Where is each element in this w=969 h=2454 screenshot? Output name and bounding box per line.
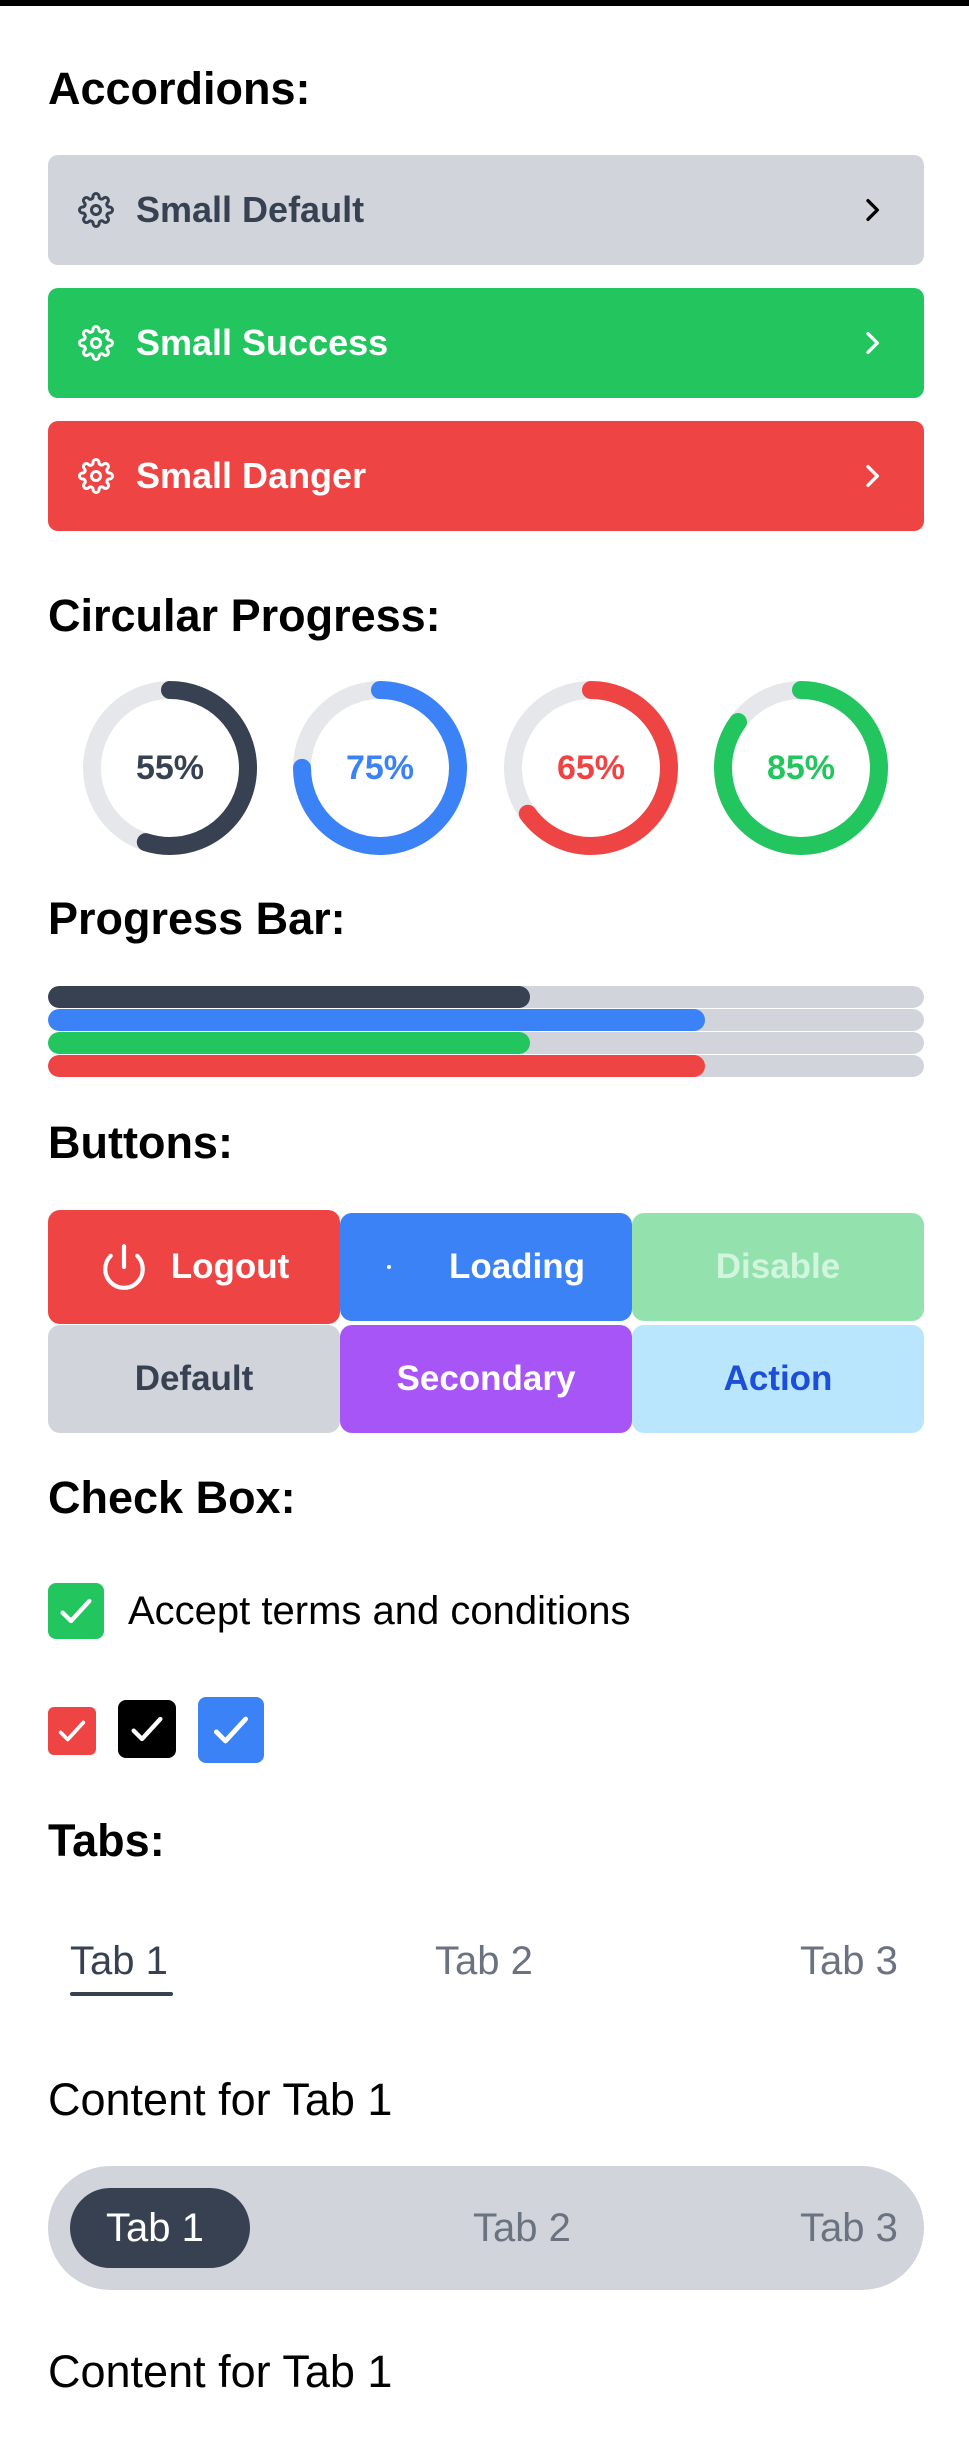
checkmark-icon bbox=[131, 1716, 163, 1742]
gear-icon bbox=[78, 458, 114, 494]
pill-tab-bar: Tab 1 Tab 2 Tab 3 bbox=[48, 2166, 924, 2290]
secondary-button-label: Secondary bbox=[396, 1359, 576, 1398]
active-tab-underline bbox=[70, 1992, 173, 1996]
circular-progress-heading: Circular Progress: bbox=[48, 590, 441, 641]
accordion-label: Small Danger bbox=[136, 455, 367, 496]
accordions-heading: Accordions: bbox=[48, 63, 311, 114]
tabs-heading: Tabs: bbox=[48, 1815, 165, 1866]
chevron-right-icon bbox=[866, 465, 879, 487]
default-button-label: Default bbox=[134, 1359, 254, 1398]
default-button[interactable]: Default bbox=[48, 1325, 340, 1433]
progress-percent-label: 65% bbox=[556, 749, 626, 787]
progress-bar-track bbox=[48, 986, 924, 1008]
accordion-small-default[interactable]: Small Default bbox=[48, 155, 924, 265]
gear-icon bbox=[78, 192, 114, 228]
action-button-label: Action bbox=[723, 1359, 833, 1398]
circular-progress-55: 55% bbox=[82, 680, 258, 856]
progress-percent-label: 75% bbox=[345, 749, 415, 787]
logout-button-label: Logout bbox=[170, 1247, 290, 1286]
accordion-label: Small Default bbox=[136, 189, 365, 230]
checkmark-icon bbox=[60, 1598, 92, 1624]
checkbox-blue[interactable] bbox=[198, 1697, 264, 1763]
circular-progress-75: 75% bbox=[292, 680, 468, 856]
progress-bar-fill bbox=[48, 1055, 705, 1077]
tab-2[interactable]: Tab 2 bbox=[435, 1936, 533, 1986]
pill-tab-3[interactable]: Tab 3 bbox=[800, 2203, 898, 2253]
progress-bar-fill bbox=[48, 986, 530, 1008]
logout-button[interactable]: Logout bbox=[48, 1210, 340, 1324]
progress-bar-heading: Progress Bar: bbox=[48, 893, 346, 944]
accordion-small-success[interactable]: Small Success bbox=[48, 288, 924, 398]
tab-1[interactable]: Tab 1 bbox=[70, 1936, 168, 1986]
checkmark-icon bbox=[213, 1716, 249, 1744]
action-button[interactable]: Action bbox=[632, 1325, 924, 1433]
secondary-button[interactable]: Secondary bbox=[340, 1325, 632, 1433]
progress-percent-label: 85% bbox=[766, 749, 836, 787]
loading-button-label: Loading bbox=[448, 1247, 586, 1286]
spinner-icon bbox=[386, 1265, 391, 1269]
tab-content: Content for Tab 1 bbox=[48, 2074, 393, 2125]
checkbox-black[interactable] bbox=[118, 1700, 176, 1758]
power-icon bbox=[102, 1244, 145, 1290]
progress-bar-track bbox=[48, 1009, 924, 1031]
pill-tab-content: Content for Tab 1 bbox=[48, 2346, 393, 2397]
chevron-right-icon bbox=[866, 199, 879, 221]
progress-bar-track bbox=[48, 1055, 924, 1077]
accept-terms-checkbox[interactable] bbox=[48, 1583, 104, 1639]
circular-progress-85: 85% bbox=[713, 680, 889, 856]
loading-button[interactable]: Loading bbox=[340, 1213, 632, 1321]
chevron-right-icon bbox=[866, 332, 879, 354]
checkbox-red[interactable] bbox=[48, 1707, 96, 1755]
accordion-label: Small Success bbox=[136, 322, 389, 363]
progress-bar-fill bbox=[48, 1009, 705, 1031]
progress-bar-track bbox=[48, 1032, 924, 1054]
top-status-bar bbox=[0, 0, 969, 6]
checkmark-icon bbox=[58, 1720, 86, 1742]
pill-tab-2[interactable]: Tab 2 bbox=[473, 2203, 571, 2253]
progress-percent-label: 55% bbox=[135, 749, 205, 787]
accept-terms-label[interactable]: Accept terms and conditions bbox=[128, 1586, 630, 1636]
progress-bar-fill bbox=[48, 1032, 530, 1054]
circular-progress-65: 65% bbox=[503, 680, 679, 856]
tab-3[interactable]: Tab 3 bbox=[800, 1936, 898, 1986]
checkbox-heading: Check Box: bbox=[48, 1472, 296, 1523]
disable-button: Disable bbox=[632, 1213, 924, 1321]
disable-button-label: Disable bbox=[715, 1247, 841, 1286]
pill-tab-1[interactable]: Tab 1 bbox=[106, 2203, 204, 2253]
accordion-small-danger[interactable]: Small Danger bbox=[48, 421, 924, 531]
gear-icon bbox=[78, 325, 114, 361]
buttons-heading: Buttons: bbox=[48, 1117, 233, 1168]
